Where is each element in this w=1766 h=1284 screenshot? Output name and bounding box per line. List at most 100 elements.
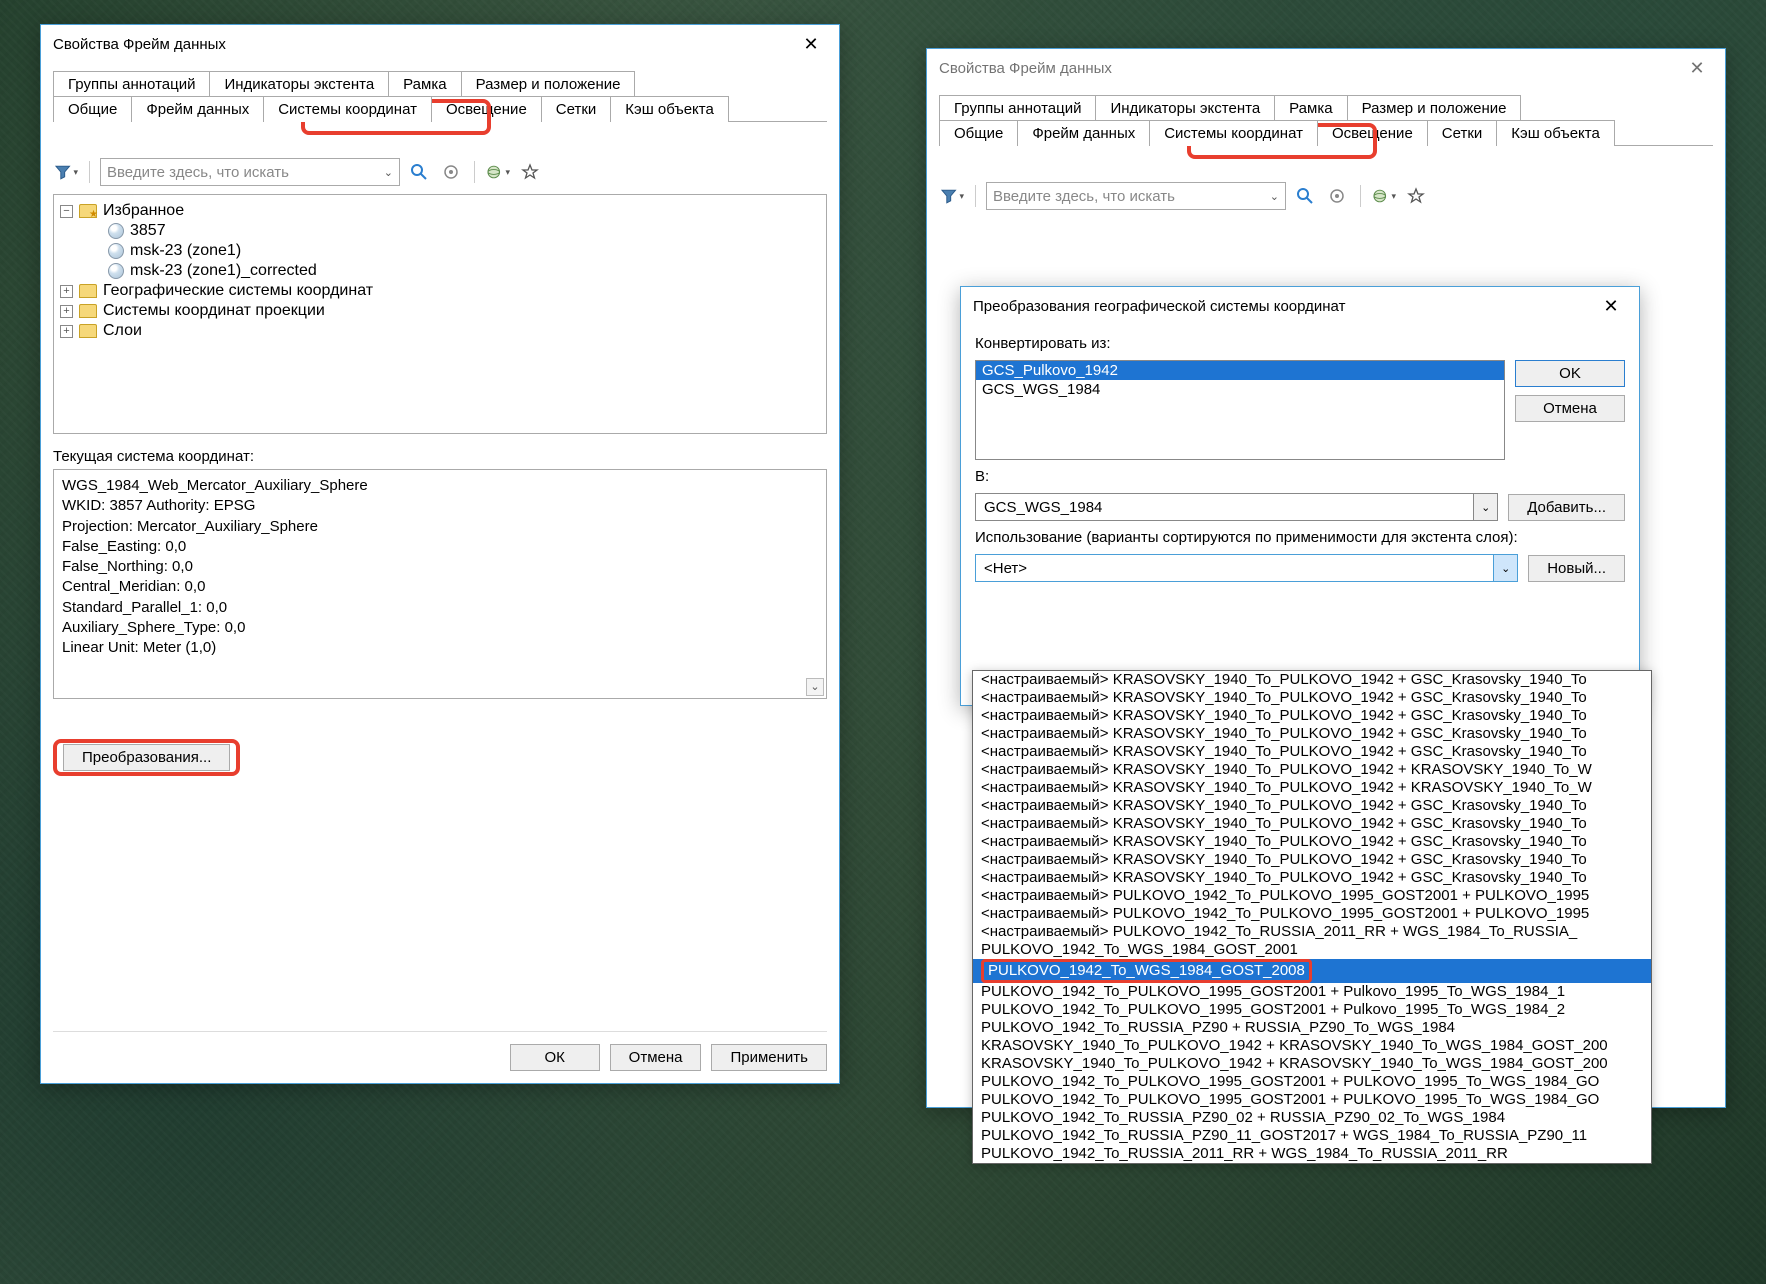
dropdown-item[interactable]: <настраиваемый> PULKOVO_1942_To_PULKOVO_… xyxy=(973,905,1651,923)
chevron-down-icon[interactable]: ⌄ xyxy=(1493,555,1517,581)
tree-item[interactable]: msk-23 (zone1)_corrected xyxy=(130,262,317,280)
dropdown-item[interactable]: PULKOVO_1942_To_PULKOVO_1995_GOST2001 + … xyxy=(973,1001,1651,1019)
expand-icon[interactable]: + xyxy=(60,325,73,338)
ok-button[interactable]: ОК xyxy=(510,1044,600,1071)
locate-icon[interactable] xyxy=(1324,183,1350,209)
tab-general[interactable]: Общие xyxy=(53,96,132,122)
tab-extent-indicators[interactable]: Индикаторы экстента xyxy=(1095,95,1275,121)
tree-folder[interactable]: Географические системы координат xyxy=(103,282,373,300)
tab-size-position[interactable]: Размер и положение xyxy=(1347,95,1522,121)
close-icon[interactable]: ✕ xyxy=(791,29,831,59)
tab-data-frame[interactable]: Фрейм данных xyxy=(131,96,264,122)
dropdown-item[interactable]: KRASOVSKY_1940_To_PULKOVO_1942 + KRASOVS… xyxy=(973,1055,1651,1073)
dropdown-item[interactable]: <настраиваемый> KRASOVSKY_1940_To_PULKOV… xyxy=(973,761,1651,779)
tab-grids[interactable]: Сетки xyxy=(1427,120,1498,146)
dropdown-item[interactable]: PULKOVO_1942_To_PULKOVO_1995_GOST2001 + … xyxy=(973,983,1651,1001)
tab-frame[interactable]: Рамка xyxy=(388,71,461,97)
dropdown-item[interactable]: <настраиваемый> KRASOVSKY_1940_To_PULKOV… xyxy=(973,869,1651,887)
tree-favorites[interactable]: Избранное xyxy=(103,202,184,220)
detail-line: Standard_Parallel_1: 0,0 xyxy=(62,598,818,618)
detail-line: Linear Unit: Meter (1,0) xyxy=(62,638,818,658)
list-item[interactable]: GCS_WGS_1984 xyxy=(976,380,1504,399)
apply-button[interactable]: Применить xyxy=(711,1044,827,1071)
use-combo[interactable]: <Нет> ⌄ xyxy=(975,554,1518,582)
favorite-icon[interactable] xyxy=(517,159,543,185)
add-button[interactable]: Добавить... xyxy=(1508,494,1625,521)
dropdown-item[interactable]: <настраиваемый> KRASOVSKY_1940_To_PULKOV… xyxy=(973,833,1651,851)
dropdown-item[interactable]: <настраиваемый> KRASOVSKY_1940_To_PULKOV… xyxy=(973,689,1651,707)
close-icon[interactable]: ✕ xyxy=(1677,53,1717,83)
close-icon[interactable]: ✕ xyxy=(1591,291,1631,321)
dropdown-item[interactable]: <настраиваемый> KRASOVSKY_1940_To_PULKOV… xyxy=(973,797,1651,815)
tab-coordinate-systems[interactable]: Системы координат xyxy=(1149,120,1318,146)
dropdown-item[interactable]: <настраиваемый> KRASOVSKY_1940_To_PULKOV… xyxy=(973,743,1651,761)
dropdown-item[interactable]: PULKOVO_1942_To_RUSSIA_PZ90 + RUSSIA_PZ9… xyxy=(973,1019,1651,1037)
expand-icon[interactable]: + xyxy=(60,285,73,298)
tab-extent-indicators[interactable]: Индикаторы экстента xyxy=(209,71,389,97)
dropdown-item[interactable]: <настраиваемый> PULKOVO_1942_To_RUSSIA_2… xyxy=(973,923,1651,941)
search-icon[interactable] xyxy=(406,159,432,185)
globe-add-icon[interactable]: ▾ xyxy=(485,159,511,185)
tab-general[interactable]: Общие xyxy=(939,120,1018,146)
dropdown-item[interactable]: <настраиваемый> KRASOVSKY_1940_To_PULKOV… xyxy=(973,851,1651,869)
cancel-button[interactable]: Отмена xyxy=(610,1044,702,1071)
tree-item[interactable]: msk-23 (zone1) xyxy=(130,242,241,260)
expand-icon[interactable]: + xyxy=(60,305,73,318)
list-item[interactable]: GCS_Pulkovo_1942 xyxy=(976,361,1504,380)
coord-tree[interactable]: − Избранное 3857 msk-23 (zone1) msk-23 (z… xyxy=(53,194,827,434)
dropdown-item[interactable]: KRASOVSKY_1940_To_PULKOVO_1942 + KRASOVS… xyxy=(973,1037,1651,1055)
current-cs-details[interactable]: WGS_1984_Web_Mercator_Auxiliary_Sphere W… xyxy=(53,469,827,699)
titlebar[interactable]: Преобразования географической системы ко… xyxy=(961,287,1639,325)
transformations-button[interactable]: Преобразования... xyxy=(63,744,230,771)
cancel-button[interactable]: Отмена xyxy=(1515,395,1625,422)
dropdown-item[interactable]: PULKOVO_1942_To_RUSSIA_2011_RR + WGS_198… xyxy=(973,1145,1651,1163)
filter-icon[interactable]: ▾ xyxy=(939,183,965,209)
tab-feature-cache[interactable]: Кэш объекта xyxy=(1496,120,1615,146)
dropdown-item[interactable]: PULKOVO_1942_To_WGS_1984_GOST_2001 xyxy=(973,941,1651,959)
highlight-transforms: Преобразования... xyxy=(53,739,240,776)
tab-frame[interactable]: Рамка xyxy=(1274,95,1347,121)
chevron-down-icon[interactable]: ⌄ xyxy=(384,166,393,179)
tab-annotation-groups[interactable]: Группы аннотаций xyxy=(939,95,1096,121)
dropdown-item[interactable]: PULKOVO_1942_To_RUSSIA_PZ90_02 + RUSSIA_… xyxy=(973,1109,1651,1127)
transformation-dropdown-list[interactable]: <настраиваемый> KRASOVSKY_1940_To_PULKOV… xyxy=(972,670,1652,1164)
search-icon[interactable] xyxy=(1292,183,1318,209)
tab-feature-cache[interactable]: Кэш объекта xyxy=(610,96,729,122)
dropdown-item[interactable]: <настраиваемый> KRASOVSKY_1940_To_PULKOV… xyxy=(973,779,1651,797)
tab-size-position[interactable]: Размер и положение xyxy=(461,71,636,97)
dropdown-item[interactable]: <настраиваемый> KRASOVSKY_1940_To_PULKOV… xyxy=(973,671,1651,689)
dropdown-item[interactable]: <настраиваемый> KRASOVSKY_1940_To_PULKOV… xyxy=(973,815,1651,833)
dropdown-item[interactable]: PULKOVO_1942_To_PULKOVO_1995_GOST2001 + … xyxy=(973,1073,1651,1091)
titlebar[interactable]: Свойства Фрейм данных ✕ xyxy=(41,25,839,63)
ok-button[interactable]: OK xyxy=(1515,360,1625,387)
dropdown-item[interactable]: <настраиваемый> KRASOVSKY_1940_To_PULKOV… xyxy=(973,725,1651,743)
chevron-down-icon[interactable]: ⌄ xyxy=(1473,494,1497,520)
filter-icon[interactable]: ▾ xyxy=(53,159,79,185)
tab-illumination[interactable]: Освещение xyxy=(1317,120,1428,146)
convert-to-combo[interactable]: GCS_WGS_1984 ⌄ xyxy=(975,493,1498,521)
tree-folder[interactable]: Системы координат проекции xyxy=(103,302,325,320)
globe-add-icon[interactable]: ▾ xyxy=(1371,183,1397,209)
titlebar[interactable]: Свойства Фрейм данных ✕ xyxy=(927,49,1725,87)
tab-data-frame[interactable]: Фрейм данных xyxy=(1017,120,1150,146)
tree-item[interactable]: 3857 xyxy=(130,222,166,240)
search-input[interactable]: Введите здесь, что искать ⌄ xyxy=(986,182,1286,210)
dropdown-item[interactable]: PULKOVO_1942_To_PULKOVO_1995_GOST2001 + … xyxy=(973,1091,1651,1109)
favorite-icon[interactable] xyxy=(1403,183,1429,209)
search-input[interactable]: Введите здесь, что искать ⌄ xyxy=(100,158,400,186)
dropdown-item[interactable]: PULKOVO_1942_To_RUSSIA_PZ90_11_GOST2017 … xyxy=(973,1127,1651,1145)
chevron-down-icon[interactable]: ⌄ xyxy=(1270,190,1279,203)
tab-coordinate-systems[interactable]: Системы координат xyxy=(263,96,432,122)
convert-from-list[interactable]: GCS_Pulkovo_1942 GCS_WGS_1984 xyxy=(975,360,1505,460)
dropdown-item[interactable]: <настраиваемый> PULKOVO_1942_To_PULKOVO_… xyxy=(973,887,1651,905)
tree-folder[interactable]: Слои xyxy=(103,322,142,340)
locate-icon[interactable] xyxy=(438,159,464,185)
dropdown-item[interactable]: <настраиваемый> KRASOVSKY_1940_To_PULKOV… xyxy=(973,707,1651,725)
tab-illumination[interactable]: Освещение xyxy=(431,96,542,122)
scroll-down-icon[interactable]: ⌄ xyxy=(806,678,824,696)
tab-annotation-groups[interactable]: Группы аннотаций xyxy=(53,71,210,97)
dropdown-item[interactable]: PULKOVO_1942_To_WGS_1984_GOST_2008 xyxy=(973,959,1651,983)
new-button[interactable]: Новый... xyxy=(1528,555,1625,582)
collapse-icon[interactable]: − xyxy=(60,205,73,218)
tab-grids[interactable]: Сетки xyxy=(541,96,612,122)
